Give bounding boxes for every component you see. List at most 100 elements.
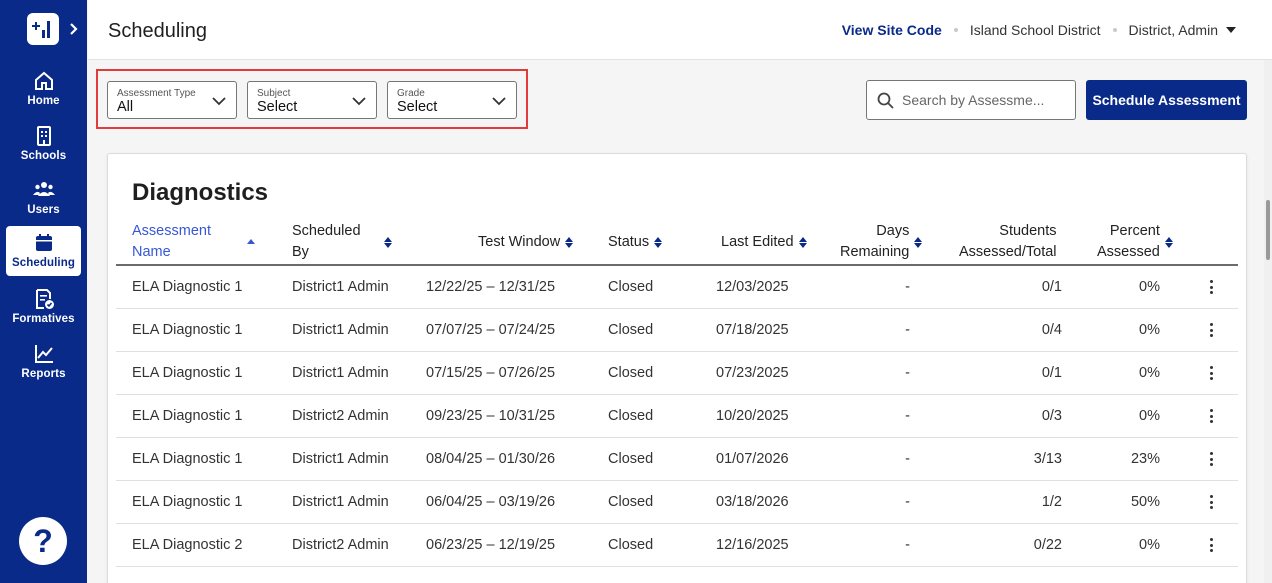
sidebar-item-label: Schools [20, 150, 67, 162]
cell-name: ELA Diagnostic 1 [132, 451, 243, 467]
separator-dot [1112, 28, 1117, 32]
sort-icon[interactable] [565, 237, 574, 248]
header-right: View Site Code Island School District Di… [842, 22, 1236, 38]
header-line: Days [876, 223, 910, 239]
select-value: Select [257, 99, 298, 115]
row-actions-kebab-icon[interactable] [1210, 495, 1214, 509]
table-row[interactable]: ELA Diagnostic 2 District2 Admin 06/23/25 … [116, 524, 1238, 567]
sort-icon[interactable] [1164, 236, 1173, 248]
sort-ascending-icon[interactable] [246, 239, 255, 245]
sidebar-item-scheduling[interactable]: Scheduling [6, 226, 81, 276]
schedule-assessment-button[interactable]: Schedule Assessment [1086, 80, 1247, 120]
cell-percent: 0% [1139, 537, 1160, 553]
column-header-last-edited[interactable]: Last Edited [721, 232, 807, 253]
header-line: Last Edited [721, 234, 794, 250]
table-row[interactable]: ELA Diagnostic 1 District1 Admin 07/07/25 … [116, 309, 1238, 352]
cell-by: District2 Admin [292, 537, 389, 553]
district-name: Island School District [969, 22, 1101, 38]
table-row[interactable]: ELA Diagnostic 1 District1 Admin 08/04/25 … [116, 438, 1238, 481]
sidebar-item-schools[interactable]: Schools [6, 119, 81, 169]
select-label: Assessment Type [117, 88, 196, 99]
sort-icon[interactable] [654, 237, 663, 248]
row-actions-kebab-icon[interactable] [1210, 280, 1214, 294]
view-site-code-link[interactable]: View Site Code [842, 22, 942, 38]
cell-percent: 0% [1139, 365, 1160, 381]
cell-students: 1/2 [1041, 494, 1062, 510]
school-building-icon [36, 126, 51, 146]
table-row[interactable]: ELA Diagnostic 1 District1 Admin 06/04/25 … [116, 481, 1238, 524]
cell-window: 06/04/25 – 03/19/26 [426, 494, 556, 510]
column-header-status[interactable]: Status [608, 232, 663, 253]
cell-window: 06/23/25 – 12/19/25 [426, 537, 556, 553]
user-menu[interactable]: District, Admin [1129, 22, 1218, 38]
cell-name: ELA Diagnostic 1 [132, 494, 243, 510]
table-row[interactable]: ELA Diagnostic 1 District2 Admin 09/23/25 … [116, 395, 1238, 438]
scrollbar-thumb[interactable] [1266, 200, 1270, 260]
subject-select[interactable]: Subject Select [247, 81, 377, 119]
column-header-scheduled-by[interactable]: Scheduled By [292, 221, 392, 263]
column-header-percent-assessed[interactable]: Percent Assessed [1097, 221, 1173, 263]
table-row[interactable]: ELA Diagnostic 1 District1 Admin 07/15/25 … [116, 352, 1238, 395]
search-input[interactable] [902, 92, 1062, 108]
cell-name: ELA Diagnostic 1 [132, 279, 243, 295]
sort-icon[interactable] [914, 236, 923, 248]
chevron-down-icon [352, 97, 366, 106]
header-line: Assessed [1097, 244, 1160, 260]
row-actions-kebab-icon[interactable] [1210, 366, 1214, 380]
calendar-icon [35, 234, 52, 251]
cell-edited: 10/20/2025 [716, 408, 789, 424]
users-icon [32, 182, 55, 196]
sidebar-item-home[interactable]: Home [6, 64, 81, 114]
sidebar-item-users[interactable]: Users [6, 173, 81, 223]
cell-name: ELA Diagnostic 1 [132, 322, 243, 338]
cell-status: Closed [608, 408, 654, 424]
diagnostics-card: Diagnostics Assessment Name Scheduled By T… [107, 153, 1247, 583]
column-header-assessment-name[interactable]: Assessment Name [132, 221, 255, 263]
row-actions-kebab-icon[interactable] [1210, 409, 1214, 423]
select-label: Subject [257, 88, 291, 99]
app-logo-icon[interactable] [27, 13, 59, 45]
top-header: Scheduling View Site Code Island School … [88, 0, 1272, 60]
cell-name: ELA Diagnostic 1 [132, 365, 243, 381]
search-box[interactable] [866, 80, 1076, 120]
expand-sidebar-chevron-icon[interactable] [67, 20, 81, 38]
cell-status: Closed [608, 279, 654, 295]
header-line: Test Window [478, 234, 561, 250]
row-actions-kebab-icon[interactable] [1210, 538, 1214, 552]
cell-percent: 23% [1130, 451, 1160, 467]
sort-icon[interactable] [798, 237, 807, 248]
table-title: Diagnostics [132, 179, 269, 206]
cell-edited: 03/18/2026 [716, 494, 789, 510]
caret-down-icon[interactable] [1226, 27, 1236, 33]
cell-name: ELA Diagnostic 1 [132, 408, 243, 424]
cell-window: 07/15/25 – 07/26/25 [426, 365, 556, 381]
sidebar-item-label: Scheduling [12, 257, 75, 269]
select-value: All [117, 99, 134, 115]
cell-by: District2 Admin [292, 408, 389, 424]
cell-students: 0/4 [1041, 322, 1062, 338]
header-line: Scheduled [292, 223, 361, 239]
help-button[interactable]: ? [19, 517, 67, 565]
vertical-scrollbar[interactable] [1264, 60, 1272, 583]
assessment-type-select[interactable]: Assessment Type All [107, 81, 237, 119]
cell-days: - [905, 537, 910, 553]
header-line: Name [132, 244, 171, 260]
column-header-students-assessed[interactable]: Students Assessed/Total [959, 221, 1057, 263]
cell-window: 08/04/25 – 01/30/26 [426, 451, 556, 467]
row-actions-kebab-icon[interactable] [1210, 452, 1214, 466]
sidebar-item-reports[interactable]: Reports [6, 337, 81, 387]
column-header-days-remaining[interactable]: Days Remaining [840, 221, 923, 263]
header-line: Percent [1109, 223, 1160, 239]
row-actions-kebab-icon[interactable] [1210, 323, 1214, 337]
grade-select[interactable]: Grade Select [387, 81, 517, 119]
chevron-down-icon [212, 97, 226, 106]
sidebar-item-formatives[interactable]: Formatives [6, 282, 81, 332]
cell-days: - [905, 365, 910, 381]
sort-icon[interactable] [383, 236, 392, 248]
table-row[interactable]: ELA Diagnostic 1 District1 Admin 12/22/25 … [116, 266, 1238, 309]
cell-percent: 0% [1139, 322, 1160, 338]
cell-edited: 07/23/2025 [716, 365, 789, 381]
column-header-test-window[interactable]: Test Window [478, 232, 574, 253]
select-label: Grade [397, 88, 425, 99]
page-title: Scheduling [108, 20, 207, 42]
